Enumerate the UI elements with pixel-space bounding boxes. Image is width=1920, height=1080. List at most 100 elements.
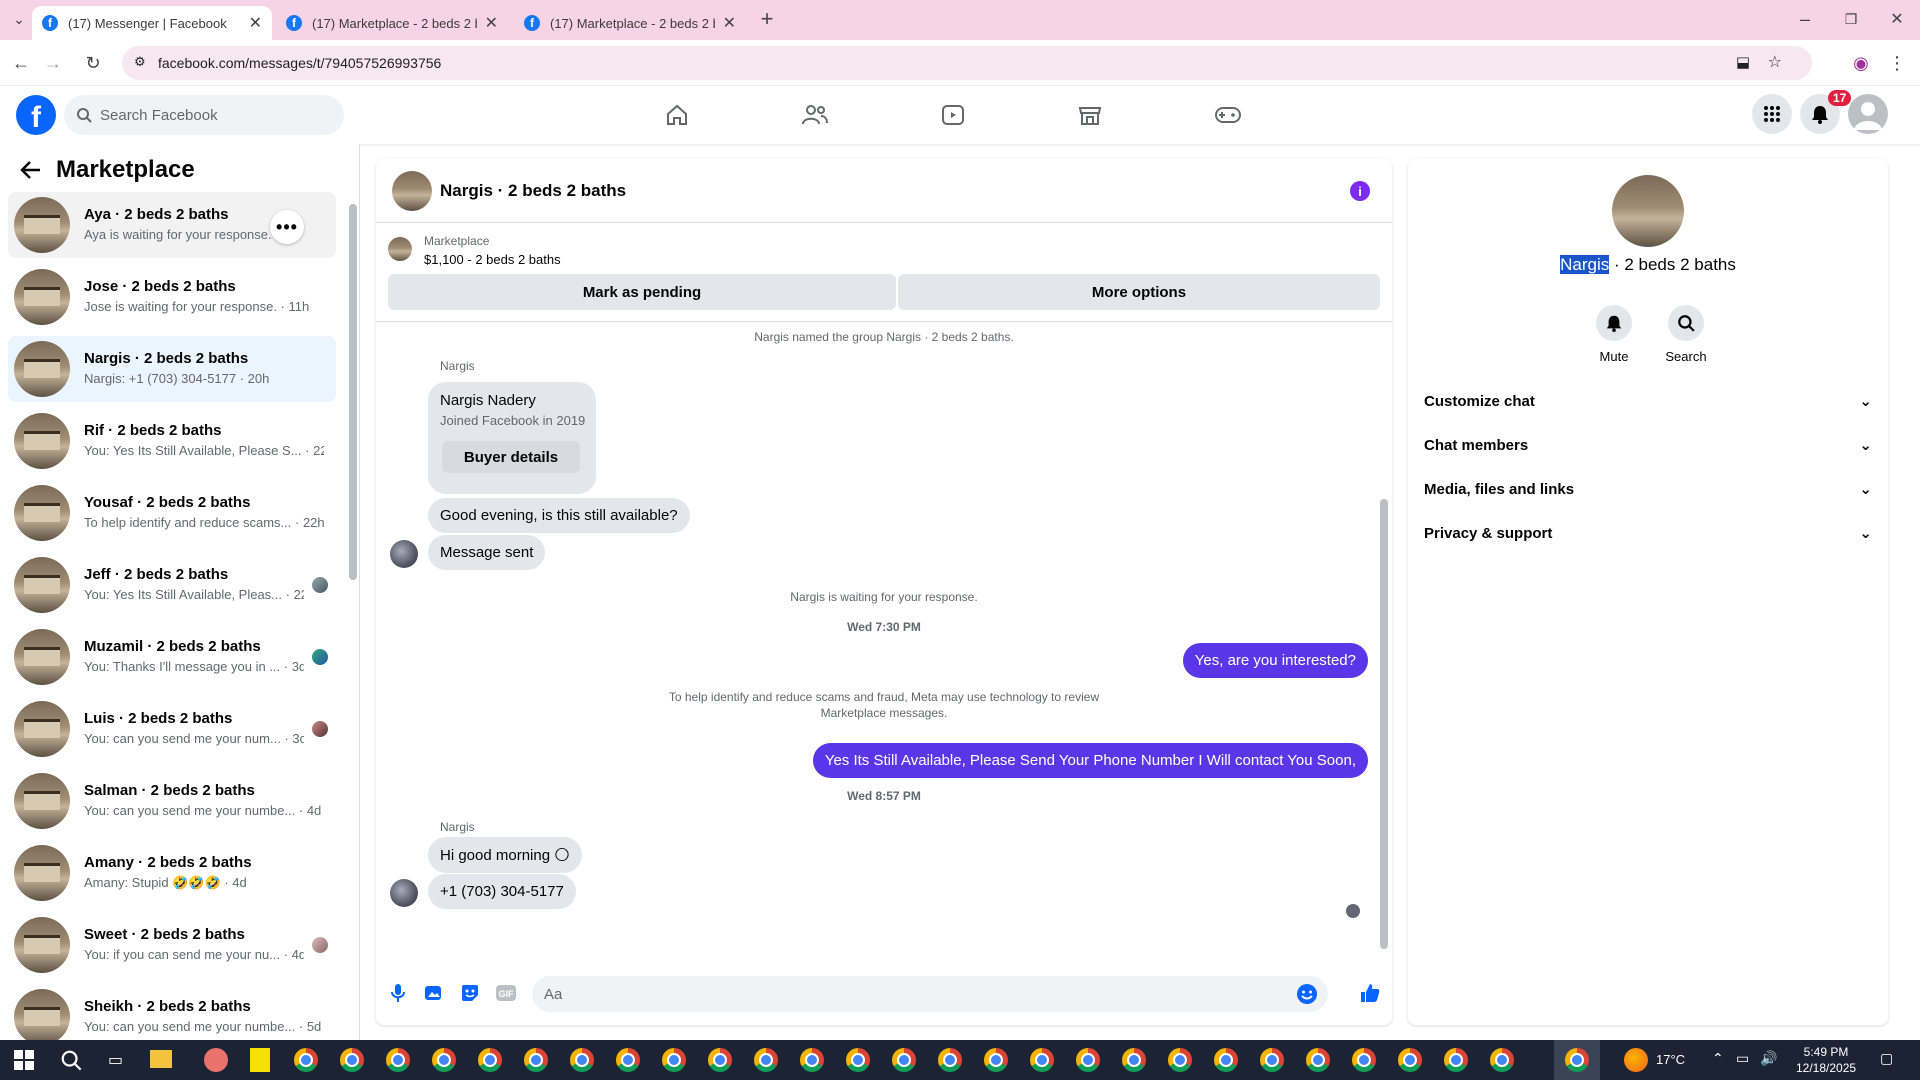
- chrome-taskbar-icon[interactable]: [662, 1048, 686, 1072]
- outgoing-message[interactable]: Yes, are you interested?: [1182, 643, 1368, 678]
- conversation-item[interactable]: Aya · 2 beds 2 baths Aya is waiting for …: [8, 192, 336, 258]
- chrome-taskbar-icon[interactable]: [570, 1048, 594, 1072]
- facebook-logo[interactable]: f: [16, 95, 56, 135]
- chrome-taskbar-icon[interactable]: [1306, 1048, 1330, 1072]
- chrome-taskbar-icon[interactable]: [1444, 1048, 1468, 1072]
- listing-price[interactable]: $1,100 - 2 beds 2 baths: [424, 252, 561, 267]
- reload-icon[interactable]: ↻: [80, 50, 106, 76]
- chrome-taskbar-icon[interactable]: [1076, 1048, 1100, 1072]
- chrome-taskbar-icon[interactable]: [294, 1048, 318, 1072]
- gif-icon[interactable]: GIF: [494, 981, 518, 1005]
- scrollbar[interactable]: [1380, 499, 1388, 949]
- restore-icon[interactable]: ❐: [1838, 6, 1864, 32]
- photo-icon[interactable]: [422, 981, 446, 1005]
- taskbar-search-icon[interactable]: [60, 1049, 82, 1071]
- chrome-taskbar-icon[interactable]: [984, 1048, 1008, 1072]
- tab-marketplace-1[interactable]: f (17) Marketplace - 2 beds 2 bat ✕: [276, 6, 508, 40]
- tab-marketplace-2[interactable]: f (17) Marketplace - 2 beds 2 bat ✕: [514, 6, 746, 40]
- incoming-message[interactable]: +1 (703) 304-5177: [428, 874, 576, 909]
- microphone-icon[interactable]: [386, 981, 410, 1005]
- emoji-icon[interactable]: [1296, 983, 1318, 1005]
- conversation-item[interactable]: Sweet · 2 beds 2 baths You: if you can s…: [8, 912, 336, 978]
- customize-chat-section[interactable]: Customize chat ⌄: [1424, 381, 1872, 421]
- conversation-item[interactable]: Salman · 2 beds 2 baths You: can you sen…: [8, 768, 336, 834]
- chrome-taskbar-icon[interactable]: [432, 1048, 456, 1072]
- file-explorer-icon[interactable]: [150, 1050, 172, 1068]
- chrome-taskbar-icon[interactable]: [616, 1048, 640, 1072]
- close-icon[interactable]: ✕: [249, 13, 262, 33]
- weather-icon[interactable]: [1624, 1048, 1648, 1072]
- tab-search-icon[interactable]: ⌄: [6, 6, 32, 32]
- tray-chevron-icon[interactable]: ⌃: [1712, 1050, 1724, 1067]
- sticky-notes-icon[interactable]: [250, 1048, 270, 1072]
- chrome-taskbar-icon[interactable]: [1214, 1048, 1238, 1072]
- search-in-conversation-button[interactable]: Search: [1650, 305, 1722, 364]
- conversation-item-selected[interactable]: Nargis · 2 beds 2 baths Nargis: +1 (703)…: [8, 336, 336, 402]
- task-view-icon[interactable]: ▭: [108, 1050, 123, 1070]
- privacy-support-section[interactable]: Privacy & support ⌄: [1424, 513, 1872, 553]
- chrome-taskbar-icon[interactable]: [1122, 1048, 1146, 1072]
- url-field[interactable]: ⚙ facebook.com/messages/t/79405752699375…: [122, 46, 1812, 80]
- conversation-item[interactable]: Rif · 2 beds 2 baths You: Yes Its Still …: [8, 408, 336, 474]
- system-clock[interactable]: 5:49 PM 12/18/2025: [1796, 1044, 1856, 1076]
- mute-button[interactable]: Mute: [1578, 305, 1650, 364]
- minimize-icon[interactable]: –: [1792, 6, 1818, 32]
- incoming-message[interactable]: Hi good morning 🌕: [428, 837, 582, 873]
- listing-avatar[interactable]: [1612, 175, 1684, 247]
- chrome-taskbar-icon[interactable]: [1260, 1048, 1284, 1072]
- conversation-item[interactable]: Jeff · 2 beds 2 baths You: Yes Its Still…: [8, 552, 336, 618]
- mark-as-pending-button[interactable]: Mark as pending: [388, 274, 896, 310]
- gaming-nav[interactable]: [1173, 94, 1283, 136]
- more-options-icon[interactable]: •••: [270, 210, 304, 244]
- incoming-message[interactable]: Good evening, is this still available?: [428, 498, 690, 533]
- media-files-links-section[interactable]: Media, files and links ⌄: [1424, 469, 1872, 509]
- listing-thumbnail[interactable]: [392, 171, 432, 211]
- browser-menu-icon[interactable]: ⋮: [1884, 50, 1910, 76]
- conversation-item[interactable]: Muzamil · 2 beds 2 baths You: Thanks I'l…: [8, 624, 336, 690]
- chrome-taskbar-icon[interactable]: [1565, 1048, 1589, 1072]
- notification-center-icon[interactable]: ▢: [1880, 1050, 1893, 1067]
- chrome-taskbar-icon[interactable]: [1398, 1048, 1422, 1072]
- conversation-item[interactable]: Jose · 2 beds 2 baths Jose is waiting fo…: [8, 264, 336, 330]
- account-avatar[interactable]: [1848, 94, 1888, 134]
- sender-avatar[interactable]: [390, 540, 418, 568]
- bookmark-star-icon[interactable]: ☆: [1768, 52, 1782, 72]
- home-nav[interactable]: [622, 94, 732, 136]
- chrome-taskbar-icon[interactable]: [708, 1048, 732, 1072]
- message-input[interactable]: Aa: [532, 976, 1328, 1012]
- chrome-taskbar-icon[interactable]: [800, 1048, 824, 1072]
- chrome-taskbar-icon[interactable]: [892, 1048, 916, 1072]
- chrome-taskbar-icon[interactable]: [1168, 1048, 1192, 1072]
- thumbs-up-icon[interactable]: [1358, 981, 1382, 1005]
- incoming-message[interactable]: Message sent: [428, 535, 546, 570]
- conversation-item[interactable]: Yousaf · 2 beds 2 baths To help identify…: [8, 480, 336, 546]
- chrome-taskbar-icon[interactable]: [478, 1048, 502, 1072]
- volume-icon[interactable]: 🔊: [1760, 1050, 1777, 1067]
- conversation-item[interactable]: Sheikh · 2 beds 2 baths You: can you sen…: [8, 984, 336, 1040]
- info-icon[interactable]: i: [1350, 181, 1370, 201]
- chrome-taskbar-icon[interactable]: [1490, 1048, 1514, 1072]
- forward-icon[interactable]: →: [40, 50, 66, 76]
- marketplace-nav[interactable]: [1035, 94, 1145, 136]
- chrome-taskbar-icon[interactable]: [1352, 1048, 1376, 1072]
- back-arrow-icon[interactable]: [20, 160, 42, 180]
- chrome-taskbar-icon[interactable]: [524, 1048, 548, 1072]
- search-input[interactable]: Search Facebook: [64, 95, 344, 135]
- conversation-item[interactable]: Amany · 2 beds 2 baths Amany: Stupid 🤣🤣🤣…: [8, 840, 336, 906]
- sender-avatar[interactable]: [390, 879, 418, 907]
- app-icon[interactable]: [204, 1048, 228, 1072]
- friends-nav[interactable]: [760, 94, 870, 136]
- chrome-taskbar-icon[interactable]: [1030, 1048, 1054, 1072]
- buyer-details-button[interactable]: Buyer details: [442, 441, 580, 473]
- sticker-icon[interactable]: [458, 981, 482, 1005]
- windows-start-icon[interactable]: [14, 1050, 34, 1070]
- window-close-icon[interactable]: ✕: [1884, 6, 1910, 32]
- scrollbar[interactable]: [349, 204, 357, 580]
- video-nav[interactable]: [898, 94, 1008, 136]
- site-info-icon[interactable]: ⚙: [134, 54, 146, 70]
- chat-title[interactable]: Nargis · 2 beds 2 baths: [440, 181, 626, 201]
- weather-temperature[interactable]: 17°C: [1656, 1052, 1685, 1067]
- conversation-item[interactable]: Luis · 2 beds 2 baths You: can you send …: [8, 696, 336, 762]
- new-tab-icon[interactable]: +: [754, 6, 780, 32]
- install-app-icon[interactable]: ⬓: [1736, 53, 1750, 71]
